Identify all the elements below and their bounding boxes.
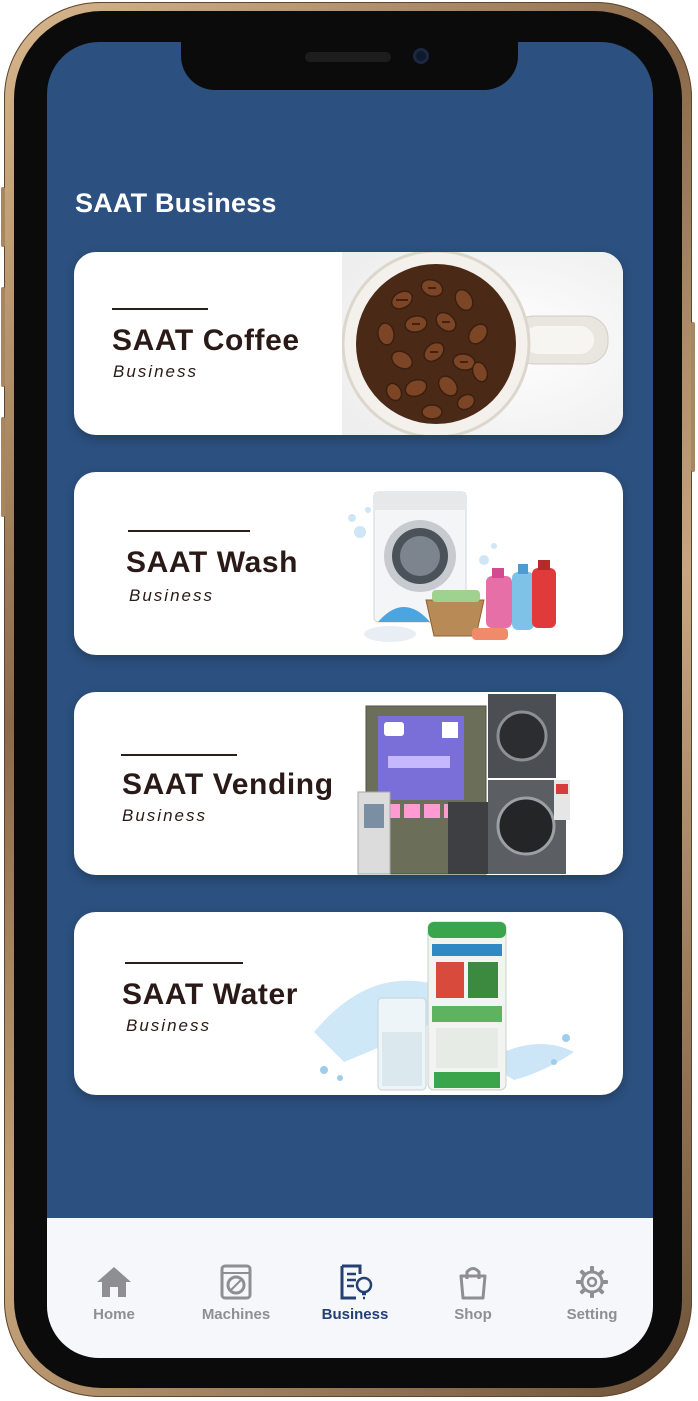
tab-label: Shop	[454, 1306, 492, 1323]
card-rule	[112, 308, 208, 310]
card-title: SAAT Vending	[122, 768, 334, 801]
power-button	[691, 322, 695, 472]
speaker-grille	[305, 52, 391, 62]
tab-label: Home	[93, 1306, 135, 1323]
tab-machines[interactable]: Machines	[181, 1264, 291, 1334]
tab-setting[interactable]: Setting	[537, 1264, 647, 1334]
vending-machines-image	[357, 694, 570, 875]
card-subtitle: Business	[126, 1016, 211, 1035]
card-rule	[125, 962, 243, 964]
tab-label: Setting	[566, 1306, 618, 1323]
water-dispenser-image	[314, 921, 574, 1091]
phone-notch	[181, 42, 518, 90]
card-title: SAAT Coffee	[112, 324, 300, 357]
app-screen: SAAT Business SAAT Coffee Business SAAT …	[47, 42, 653, 1358]
card-rule	[121, 754, 237, 756]
coffee-cup-image	[342, 252, 623, 435]
tab-shop[interactable]: Shop	[418, 1264, 528, 1334]
card-rule	[128, 530, 250, 532]
bottom-tab-bar: Home Machines Business Shop Setting	[47, 1218, 653, 1358]
business-document-icon	[340, 1264, 373, 1300]
home-icon	[97, 1267, 131, 1297]
front-camera-icon	[413, 48, 429, 64]
gear-icon	[576, 1266, 608, 1298]
washing-machine-image	[348, 491, 556, 642]
business-card-vending[interactable]: SAAT Vending Business	[74, 692, 623, 875]
tab-business[interactable]: Business	[300, 1264, 410, 1334]
card-subtitle: Business	[129, 586, 214, 605]
business-card-wash[interactable]: SAAT Wash Business	[74, 472, 623, 655]
silent-switch	[1, 187, 5, 247]
card-subtitle: Business	[122, 806, 207, 825]
tab-home[interactable]: Home	[59, 1264, 169, 1334]
shopping-bag-icon	[459, 1267, 487, 1300]
page-title: SAAT Business	[75, 188, 277, 218]
card-title: SAAT Water	[122, 978, 299, 1011]
volume-down-button	[1, 417, 5, 517]
tab-label: Machines	[201, 1306, 271, 1323]
card-title: SAAT Wash	[126, 546, 299, 579]
business-card-water[interactable]: SAAT Water Business	[74, 912, 623, 1095]
volume-up-button	[1, 287, 5, 387]
washer-icon	[220, 1264, 252, 1300]
business-card-coffee[interactable]: SAAT Coffee Business	[74, 252, 623, 435]
tab-label: Business	[321, 1306, 389, 1323]
card-subtitle: Business	[113, 362, 198, 381]
